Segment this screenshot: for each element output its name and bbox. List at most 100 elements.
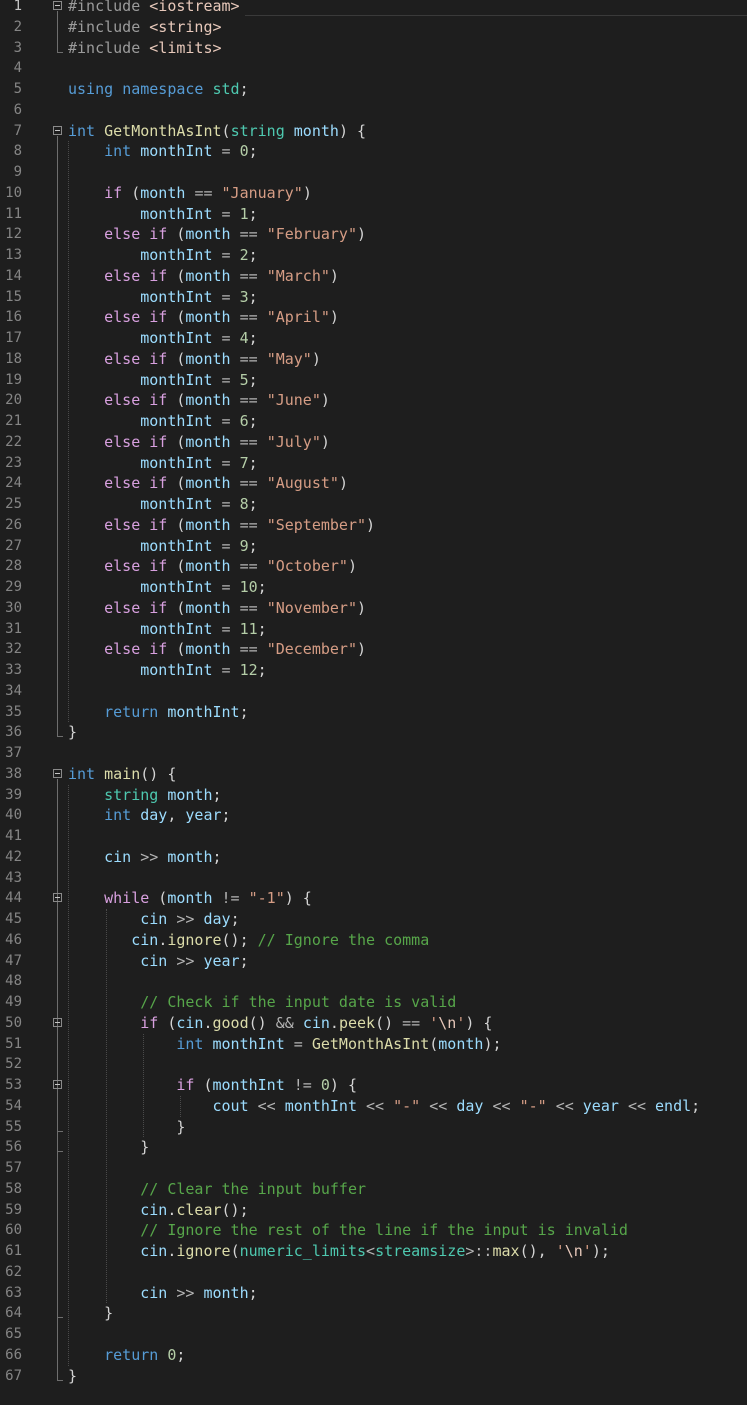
code-text[interactable]: } (68, 1117, 185, 1138)
code-line[interactable]: 2 #include <string> (0, 17, 747, 38)
code-line[interactable]: 37 (0, 743, 747, 764)
code-text[interactable]: else if (month == "April") (68, 307, 339, 328)
code-line[interactable]: 3 #include <limits> (0, 38, 747, 59)
code-line[interactable]: 16 else if (month == "April") (0, 307, 747, 328)
code-line[interactable]: 47 cin >> year; (0, 951, 747, 972)
code-text[interactable]: return monthInt; (68, 702, 249, 723)
code-text[interactable]: monthInt = 1; (68, 204, 257, 225)
code-text[interactable]: monthInt = 6; (68, 411, 257, 432)
code-line[interactable]: 39 string month; (0, 785, 747, 806)
code-text[interactable]: #include <string> (68, 17, 222, 38)
code-line[interactable]: 58 // Clear the input buffer (0, 1179, 747, 1200)
code-text[interactable]: else if (month == "March") (68, 266, 339, 287)
code-line[interactable]: 11 monthInt = 1; (0, 204, 747, 225)
code-text[interactable]: } (68, 1303, 113, 1324)
code-text[interactable]: cin.ignore(); // Ignore the comma (68, 930, 429, 951)
code-line[interactable]: 36} (0, 722, 747, 743)
code-line[interactable]: 12 else if (month == "February") (0, 224, 747, 245)
code-text[interactable]: #include <limits> (68, 38, 222, 59)
code-line[interactable]: 1 #include <iostream> (0, 0, 747, 17)
code-text[interactable]: monthInt = 7; (68, 453, 257, 474)
code-line[interactable]: 48 (0, 971, 747, 992)
code-line[interactable]: 40 int day, year; (0, 805, 747, 826)
code-text[interactable]: else if (month == "November") (68, 598, 366, 619)
code-text[interactable]: int main() { (68, 764, 176, 785)
code-line[interactable]: 8 int monthInt = 0; (0, 141, 747, 162)
code-line[interactable]: 62 (0, 1262, 747, 1283)
code-line[interactable]: 57 (0, 1158, 747, 1179)
code-text[interactable]: string month; (68, 785, 221, 806)
code-line[interactable]: 49 // Check if the input date is valid (0, 992, 747, 1013)
code-text[interactable]: monthInt = 10; (68, 577, 266, 598)
code-line[interactable]: 61 cin.ignore(numeric_limits<streamsize>… (0, 1241, 747, 1262)
code-text[interactable]: monthInt = 11; (68, 619, 266, 640)
code-text[interactable]: else if (month == "September") (68, 515, 375, 536)
code-text[interactable]: monthInt = 9; (68, 536, 257, 557)
code-text[interactable]: return 0; (68, 1345, 185, 1366)
code-text[interactable]: monthInt = 3; (68, 287, 257, 308)
code-line[interactable]: 5 using namespace std; (0, 79, 747, 100)
code-text[interactable]: else if (month == "February") (68, 224, 366, 245)
code-line[interactable]: 35 return monthInt; (0, 702, 747, 723)
code-text[interactable]: monthInt = 12; (68, 660, 266, 681)
code-line[interactable]: 55 } (0, 1117, 747, 1138)
code-line[interactable]: 43 (0, 868, 747, 889)
code-line[interactable]: 60 // Ignore the rest of the line if the… (0, 1220, 747, 1241)
collapse-icon[interactable] (53, 768, 62, 778)
code-line[interactable]: 46 cin.ignore(); // Ignore the comma (0, 930, 747, 951)
code-line[interactable]: 53 if (monthInt != 0) { (0, 1075, 747, 1096)
code-text[interactable]: cin.clear(); (68, 1200, 248, 1221)
code-line[interactable]: 20 else if (month == "June") (0, 390, 747, 411)
code-line[interactable]: 14 else if (month == "March") (0, 266, 747, 287)
code-line[interactable]: 50 if (cin.good() && cin.peek() == '\n')… (0, 1013, 747, 1034)
code-line[interactable]: 28 else if (month == "October") (0, 556, 747, 577)
code-line[interactable]: 6 (0, 100, 747, 121)
code-line[interactable]: 21 monthInt = 6; (0, 411, 747, 432)
code-line[interactable]: 38 int main() { (0, 764, 747, 785)
code-text[interactable]: int GetMonthAsInt(string month) { (68, 121, 366, 142)
code-line[interactable]: 45 cin >> day; (0, 909, 747, 930)
code-text[interactable]: using namespace std; (68, 79, 249, 100)
code-text[interactable]: else if (month == "May") (68, 349, 321, 370)
code-text[interactable]: else if (month == "July") (68, 432, 330, 453)
code-text[interactable]: cout << monthInt << "-" << day << "-" <<… (68, 1096, 701, 1117)
code-line[interactable]: 4 (0, 58, 747, 79)
code-line[interactable]: 13 monthInt = 2; (0, 245, 747, 266)
code-line[interactable]: 52 (0, 1054, 747, 1075)
collapse-icon[interactable] (53, 1, 62, 10)
code-line[interactable]: 19 monthInt = 5; (0, 370, 747, 391)
code-text[interactable]: cin >> year; (68, 951, 248, 972)
code-text[interactable]: cin >> day; (68, 909, 239, 930)
code-text[interactable]: } (68, 722, 77, 743)
code-line[interactable]: 54 cout << monthInt << "-" << day << "-"… (0, 1096, 747, 1117)
code-text[interactable]: while (month != "-1") { (68, 888, 312, 909)
code-text[interactable]: else if (month == "December") (68, 639, 366, 660)
code-line[interactable]: 67} (0, 1366, 747, 1387)
code-line[interactable]: 31 monthInt = 11; (0, 619, 747, 640)
code-line[interactable]: 25 monthInt = 8; (0, 494, 747, 515)
code-text[interactable]: if (month == "January") (68, 183, 312, 204)
code-text[interactable]: else if (month == "June") (68, 390, 330, 411)
code-text[interactable]: monthInt = 4; (68, 328, 257, 349)
collapse-icon[interactable] (53, 1017, 62, 1027)
code-text[interactable]: int day, year; (68, 805, 230, 826)
code-text[interactable]: int monthInt = GetMonthAsInt(month); (68, 1034, 501, 1055)
code-line[interactable]: 29 monthInt = 10; (0, 577, 747, 598)
code-editor[interactable]: 1 #include <iostream> 2 #include <string> 3 #… (0, 0, 747, 1405)
code-text[interactable]: } (68, 1366, 77, 1387)
code-line[interactable]: 42 cin >> month; (0, 847, 747, 868)
code-text[interactable]: #include <iostream> (68, 0, 240, 17)
code-text[interactable]: cin >> month; (68, 847, 221, 868)
code-line[interactable]: 33 monthInt = 12; (0, 660, 747, 681)
code-line[interactable]: 59 cin.clear(); (0, 1200, 747, 1221)
code-text[interactable]: if (monthInt != 0) { (68, 1075, 357, 1096)
collapse-icon[interactable] (53, 125, 62, 135)
code-text[interactable]: // Check if the input date is valid (68, 992, 456, 1013)
code-text[interactable]: if (cin.good() && cin.peek() == '\n') { (68, 1013, 492, 1034)
code-text[interactable]: else if (month == "October") (68, 556, 357, 577)
code-text[interactable]: monthInt = 5; (68, 370, 257, 391)
collapse-icon[interactable] (53, 1080, 62, 1089)
code-line[interactable]: 63 cin >> month; (0, 1283, 747, 1304)
code-text[interactable]: else if (month == "August") (68, 473, 348, 494)
code-line[interactable]: 9 (0, 162, 747, 183)
